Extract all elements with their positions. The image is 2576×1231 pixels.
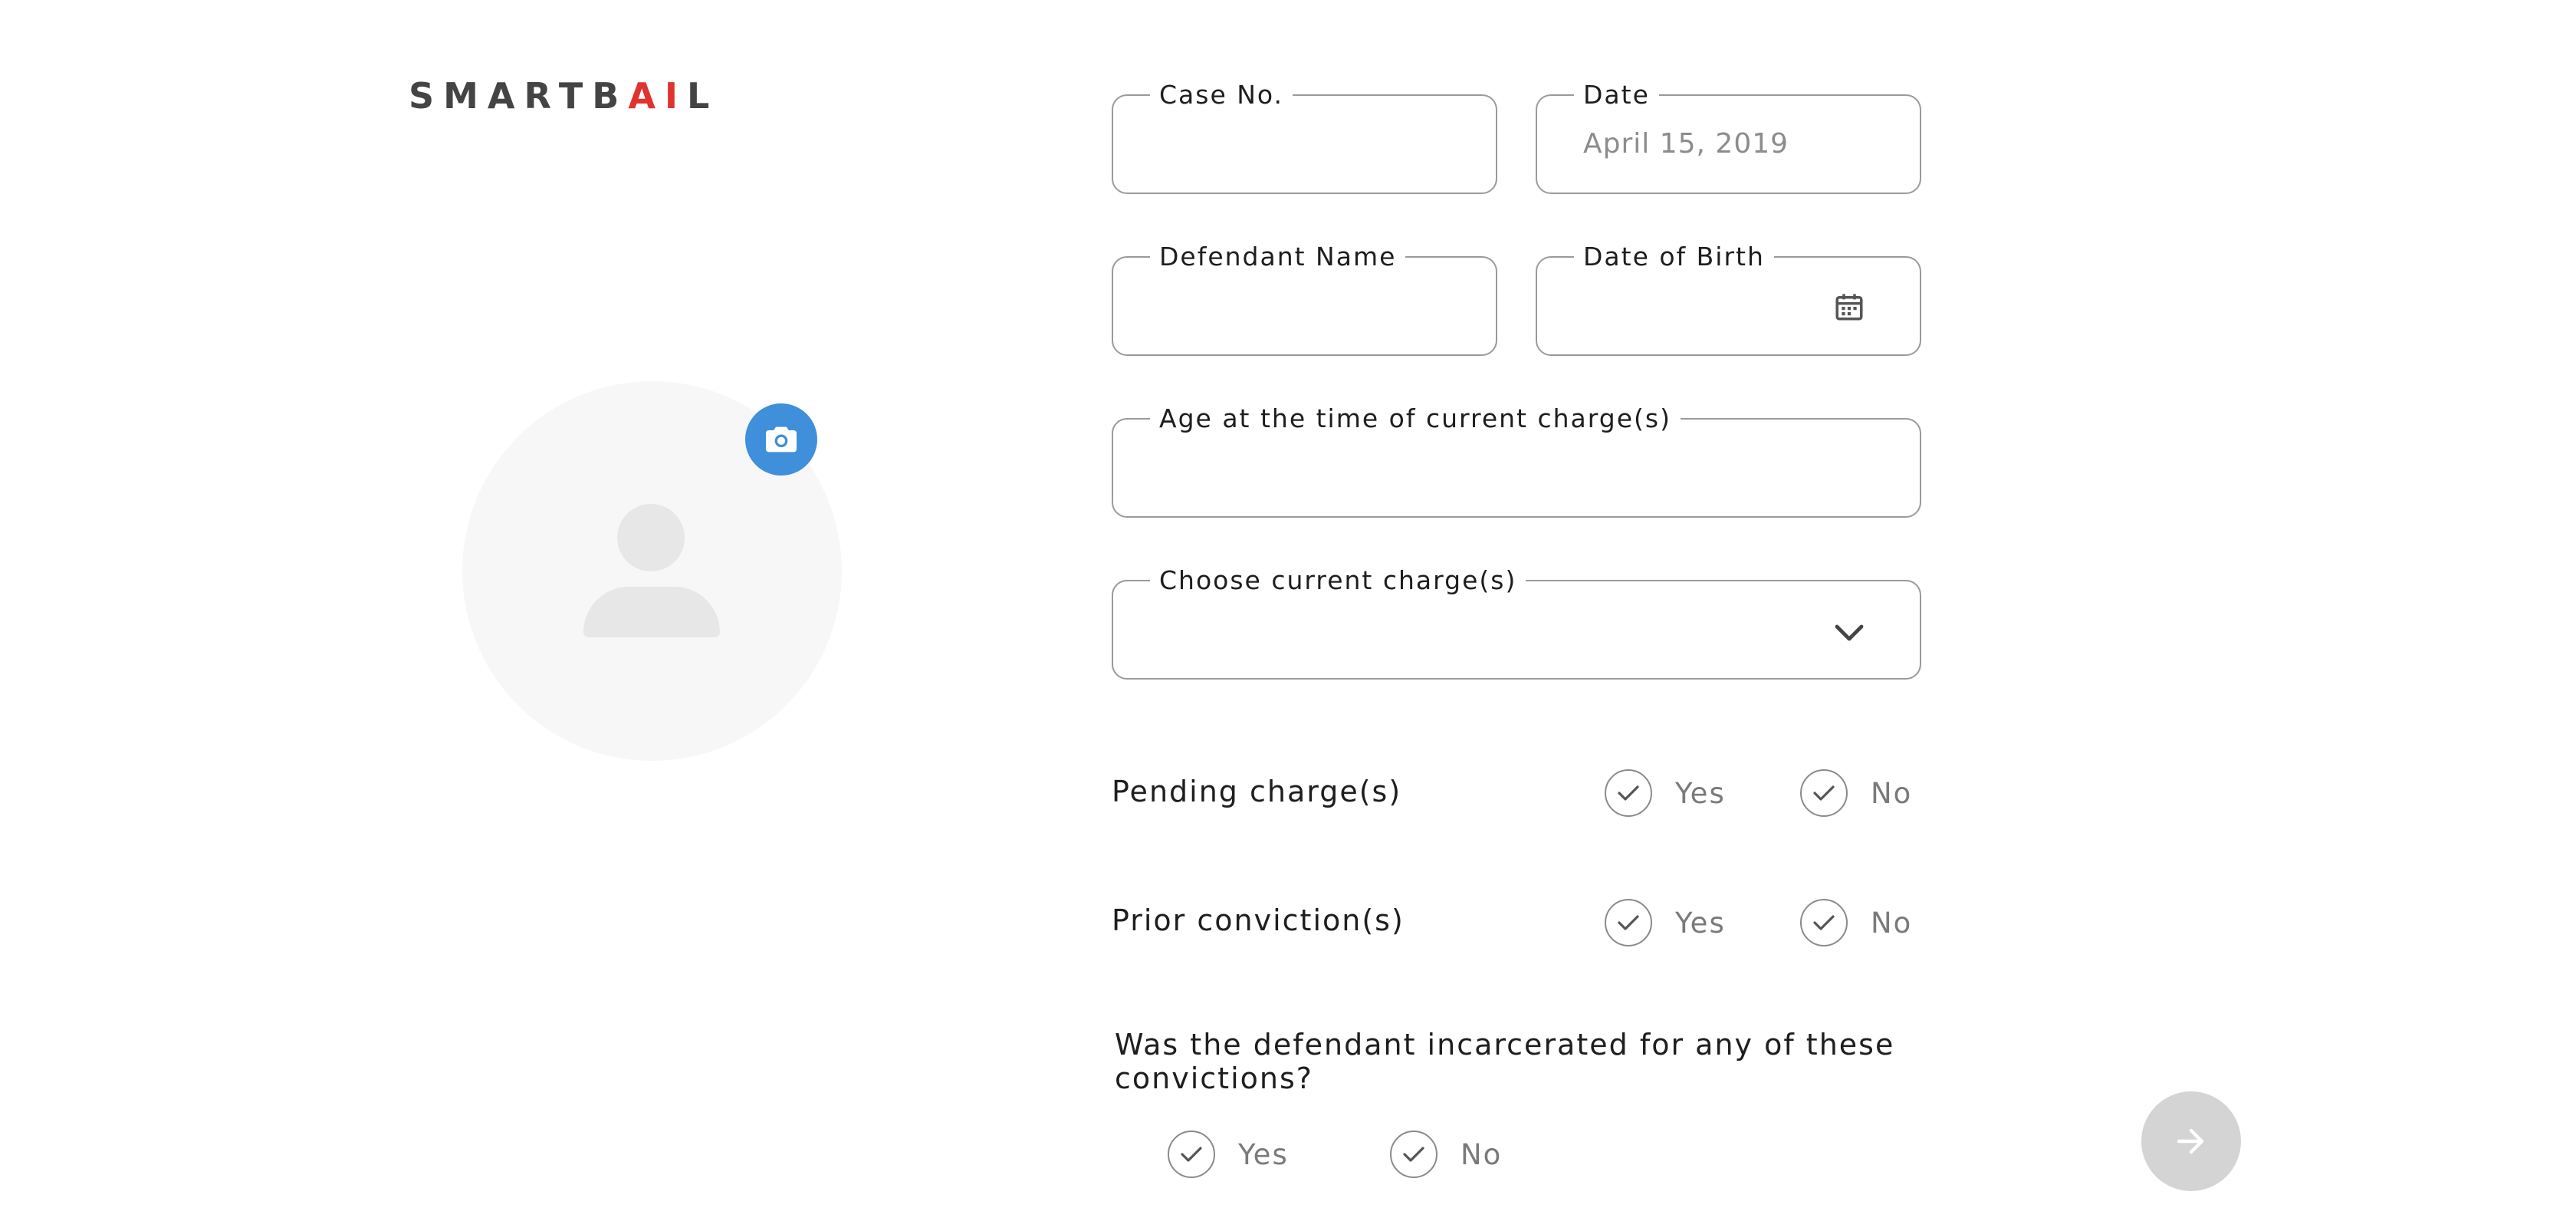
case-number-field: Case No.: [1112, 81, 1497, 194]
current-charges-dropdown[interactable]: Choose current charge(s): [1112, 566, 1921, 680]
person-silhouette-body: [583, 587, 720, 637]
incarcerated-yes-option[interactable]: Yes: [1168, 1131, 1289, 1178]
date-field: Date: [1536, 81, 1921, 194]
age-at-charge-input[interactable]: [1159, 441, 1897, 493]
pending-charges-yes-option[interactable]: Yes: [1605, 769, 1726, 817]
no-label: No: [1460, 1137, 1503, 1171]
person-silhouette-icon: [617, 504, 685, 571]
camera-icon: [766, 426, 797, 453]
next-button[interactable]: [2141, 1091, 2241, 1191]
date-input[interactable]: [1583, 117, 1897, 170]
date-of-birth-label: Date of Birth: [1574, 242, 1774, 272]
incarcerated-question: Was the defendant incarcerated for any o…: [1115, 1028, 1895, 1095]
prior-convictions-question: Prior conviction(s): [1112, 904, 1405, 937]
defendant-name-input[interactable]: [1159, 279, 1473, 331]
date-of-birth-field: Date of Birth: [1536, 242, 1921, 356]
pending-charges-no-option[interactable]: No: [1800, 769, 1912, 817]
logo-text-end: L: [687, 75, 719, 117]
prior-convictions-yes-option[interactable]: Yes: [1605, 899, 1726, 946]
case-number-label: Case No.: [1150, 81, 1293, 110]
pending-charges-question: Pending charge(s): [1112, 775, 1402, 808]
yes-label: Yes: [1238, 1137, 1289, 1171]
date-of-birth-input[interactable]: [1583, 279, 1828, 331]
date-label: Date: [1574, 81, 1659, 110]
smartbail-logo: SMARTBAIL: [409, 77, 718, 115]
prior-convictions-no-option[interactable]: No: [1800, 899, 1912, 946]
check-icon: [1168, 1131, 1215, 1178]
age-at-charge-field: Age at the time of current charge(s): [1112, 404, 1921, 518]
no-label: No: [1871, 906, 1913, 940]
calendar-icon[interactable]: [1832, 290, 1866, 324]
arrow-right-icon: [2177, 1128, 2204, 1154]
check-icon: [1800, 769, 1848, 817]
age-at-charge-label: Age at the time of current charge(s): [1150, 404, 1681, 433]
upload-photo-button[interactable]: [745, 403, 817, 476]
defendant-name-field: Defendant Name: [1112, 242, 1497, 356]
logo-text-accent: AI: [628, 75, 688, 117]
check-icon: [1390, 1131, 1438, 1178]
check-icon: [1605, 899, 1652, 946]
logo-text-start: SMARTB: [409, 75, 629, 117]
case-number-input[interactable]: [1159, 117, 1473, 170]
check-icon: [1800, 899, 1848, 946]
check-icon: [1605, 769, 1652, 817]
yes-label: Yes: [1675, 906, 1726, 940]
defendant-name-label: Defendant Name: [1150, 242, 1406, 272]
no-label: No: [1871, 776, 1913, 810]
current-charges-label: Choose current charge(s): [1150, 566, 1526, 595]
incarcerated-no-option[interactable]: No: [1390, 1131, 1502, 1178]
yes-label: Yes: [1675, 776, 1726, 810]
chevron-down-icon: [1832, 617, 1866, 650]
